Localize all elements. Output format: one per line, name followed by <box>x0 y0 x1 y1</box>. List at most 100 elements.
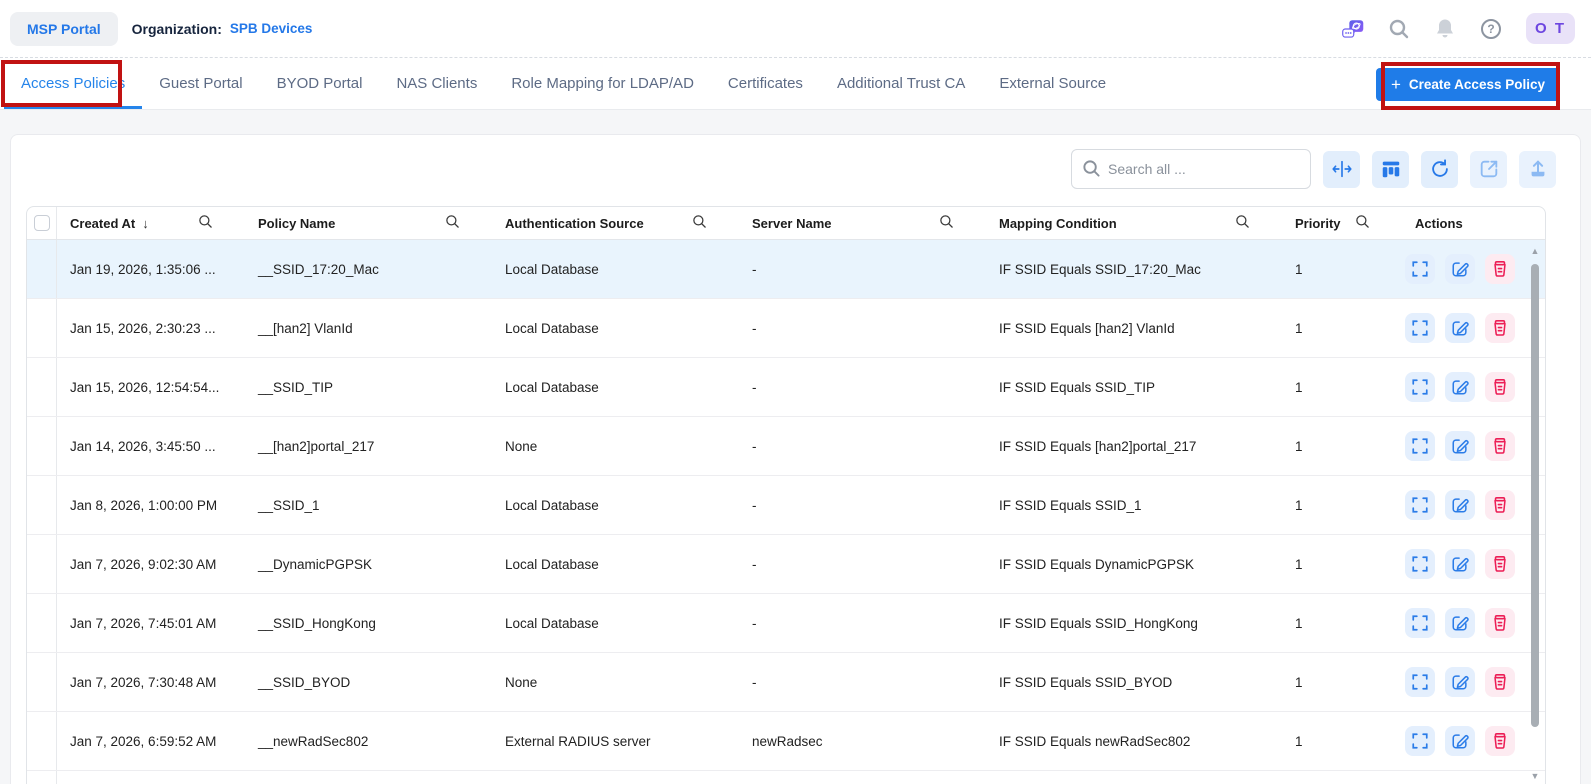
column-header-authentication-source[interactable]: Authentication Source <box>492 207 739 239</box>
create-access-policy-button[interactable]: + Create Access Policy <box>1375 68 1560 101</box>
table-row-partial <box>27 771 1545 784</box>
column-header-actions[interactable]: Actions <box>1402 207 1545 239</box>
edit-policy-button[interactable] <box>1445 372 1475 402</box>
tab-role-mapping-for-ldap-ad[interactable]: Role Mapping for LDAP/AD <box>494 58 711 109</box>
row-checkbox-cell[interactable] <box>27 240 57 298</box>
row-checkbox-cell[interactable] <box>27 653 57 711</box>
row-checkbox-cell[interactable] <box>27 535 57 593</box>
notifications-bell-icon[interactable] <box>1434 18 1456 40</box>
cell-policy-name: __SSID_17:20_Mac <box>258 261 379 277</box>
cell-server-name: - <box>752 615 757 631</box>
expand-policy-button[interactable] <box>1405 667 1435 697</box>
cell-authentication-source: Local Database <box>505 379 599 395</box>
row-checkbox-cell[interactable] <box>27 299 57 357</box>
refresh-button[interactable] <box>1421 150 1458 188</box>
cell-server-name: - <box>752 556 757 572</box>
actions-cell <box>1402 431 1545 461</box>
actions-cell <box>1402 313 1545 343</box>
search-all-input[interactable] <box>1071 149 1311 189</box>
expand-policy-button[interactable] <box>1405 372 1435 402</box>
organization-name-link[interactable]: SPB Devices <box>230 21 313 36</box>
column-header-priority[interactable]: Priority <box>1282 207 1402 239</box>
edit-policy-button[interactable] <box>1445 667 1475 697</box>
table-row[interactable]: Jan 15, 2026, 12:54:54... __SSID_TIP Loc… <box>27 358 1545 417</box>
avatar[interactable]: O T <box>1526 13 1575 44</box>
organization-label: Organization: <box>131 20 222 37</box>
row-checkbox-cell[interactable] <box>27 594 57 652</box>
tab-byod-portal[interactable]: BYOD Portal <box>260 58 380 109</box>
edit-policy-button[interactable] <box>1445 490 1475 520</box>
column-header-policy-name[interactable]: Policy Name <box>245 207 492 239</box>
expand-policy-button[interactable] <box>1405 549 1435 579</box>
edit-policy-button[interactable] <box>1445 431 1475 461</box>
cell-created-at: Jan 7, 2026, 6:59:52 AM <box>70 733 217 749</box>
columns-button[interactable] <box>1372 150 1409 188</box>
fit-columns-button[interactable] <box>1323 150 1360 188</box>
cell-priority: 1 <box>1295 615 1303 631</box>
delete-policy-button[interactable] <box>1485 313 1515 343</box>
table-row[interactable]: Jan 8, 2026, 1:00:00 PM __SSID_1 Local D… <box>27 476 1545 535</box>
edit-policy-button[interactable] <box>1445 313 1475 343</box>
table-row[interactable]: Jan 14, 2026, 3:45:50 ... __[han2]portal… <box>27 417 1545 476</box>
column-header-created-at[interactable]: Created At ↓ <box>57 207 245 239</box>
row-checkbox-cell[interactable] <box>27 476 57 534</box>
search-icon[interactable] <box>1388 18 1410 40</box>
row-checkbox-cell[interactable] <box>27 358 57 416</box>
edit-policy-button[interactable] <box>1445 726 1475 756</box>
delete-policy-button[interactable] <box>1485 667 1515 697</box>
column-search-icon[interactable] <box>1235 214 1250 232</box>
table-row[interactable]: Jan 7, 2026, 6:59:52 AM __newRadSec802 E… <box>27 712 1545 771</box>
tab-nas-clients[interactable]: NAS Clients <box>379 58 494 109</box>
scroll-up-arrow[interactable]: ▲ <box>1531 244 1540 258</box>
expand-policy-button[interactable] <box>1405 254 1435 284</box>
tab-access-policies[interactable]: Access Policies <box>4 58 142 109</box>
export-button[interactable] <box>1519 150 1556 188</box>
delete-policy-button[interactable] <box>1485 608 1515 638</box>
delete-policy-button[interactable] <box>1485 549 1515 579</box>
help-icon[interactable]: ? <box>1480 18 1502 40</box>
column-search-icon[interactable] <box>1355 214 1370 232</box>
expand-policy-button[interactable] <box>1405 490 1435 520</box>
vertical-scrollbar[interactable]: ▲ ▼ <box>1528 244 1542 784</box>
scroll-down-arrow[interactable]: ▼ <box>1531 769 1540 783</box>
cell-mapping-condition: IF SSID Equals SSID_HongKong <box>999 615 1198 631</box>
table-row[interactable]: Jan 15, 2026, 2:30:23 ... __[han2] VlanI… <box>27 299 1545 358</box>
column-search-icon[interactable] <box>939 214 954 232</box>
table-row[interactable]: Jan 19, 2026, 1:35:06 ... __SSID_17:20_M… <box>27 240 1545 299</box>
expand-policy-button[interactable] <box>1405 431 1435 461</box>
select-all-checkbox[interactable] <box>33 215 50 231</box>
tab-external-source[interactable]: External Source <box>982 58 1123 109</box>
edit-policy-button[interactable] <box>1445 549 1475 579</box>
sort-desc-icon[interactable]: ↓ <box>142 216 149 231</box>
row-checkbox-cell[interactable] <box>27 712 57 770</box>
msp-portal-button[interactable]: MSP Portal <box>10 11 118 46</box>
delete-policy-button[interactable] <box>1485 490 1515 520</box>
cell-created-at: Jan 19, 2026, 1:35:06 ... <box>70 261 216 277</box>
table-row[interactable]: Jan 7, 2026, 9:02:30 AM __DynamicPGPSK L… <box>27 535 1545 594</box>
edit-policy-button[interactable] <box>1445 254 1475 284</box>
delete-policy-button[interactable] <box>1485 726 1515 756</box>
row-checkbox-cell[interactable] <box>27 417 57 475</box>
expand-policy-button[interactable] <box>1405 608 1435 638</box>
column-header-mapping-condition[interactable]: Mapping Condition <box>986 207 1282 239</box>
edit-policy-button[interactable] <box>1445 608 1475 638</box>
column-search-icon[interactable] <box>445 214 460 232</box>
open-external-button[interactable] <box>1470 150 1507 188</box>
column-search-icon[interactable] <box>198 214 213 232</box>
scrollbar-thumb[interactable] <box>1531 264 1539 727</box>
cell-authentication-source: External RADIUS server <box>505 733 651 749</box>
column-header-server-name[interactable]: Server Name <box>739 207 986 239</box>
delete-policy-button[interactable] <box>1485 372 1515 402</box>
delete-policy-button[interactable] <box>1485 254 1515 284</box>
tab-additional-trust-ca[interactable]: Additional Trust CA <box>820 58 982 109</box>
tab-certificates[interactable]: Certificates <box>711 58 820 109</box>
expand-policy-button[interactable] <box>1405 726 1435 756</box>
ai-assistant-icon[interactable] <box>1342 18 1364 40</box>
tab-guest-portal[interactable]: Guest Portal <box>142 58 259 109</box>
delete-policy-button[interactable] <box>1485 431 1515 461</box>
column-search-icon[interactable] <box>692 214 707 232</box>
table-row[interactable]: Jan 7, 2026, 7:45:01 AM __SSID_HongKong … <box>27 594 1545 653</box>
actions-cell <box>1402 608 1545 638</box>
expand-policy-button[interactable] <box>1405 313 1435 343</box>
table-row[interactable]: Jan 7, 2026, 7:30:48 AM __SSID_BYOD None… <box>27 653 1545 712</box>
